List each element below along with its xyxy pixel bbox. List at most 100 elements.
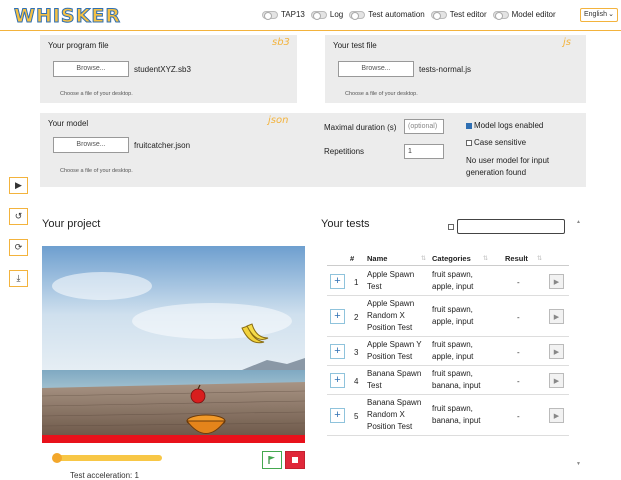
- toggle-test-automation[interactable]: Test automation: [349, 10, 425, 20]
- test-num: 5: [354, 412, 359, 421]
- reset-button[interactable]: ↺: [9, 208, 28, 225]
- add-test-button[interactable]: +: [330, 309, 345, 324]
- test-progress-bar: [53, 455, 162, 461]
- run-test-button[interactable]: ▶: [549, 274, 564, 289]
- sort-icon[interactable]: ⇅: [537, 255, 542, 262]
- header-divider: [327, 265, 569, 266]
- project-stage[interactable]: [42, 246, 305, 443]
- test-name: Banana Spawn Test: [367, 369, 422, 390]
- sort-icon[interactable]: ⇅: [483, 255, 488, 262]
- stage-scene: [42, 246, 305, 443]
- test-categories: fruit spawn, apple, input: [432, 270, 474, 291]
- toggle-test-editor[interactable]: Test editor: [430, 10, 487, 20]
- tests-scrollbar[interactable]: ▲ ▼: [576, 219, 583, 469]
- test-name: Apple Spawn Test: [367, 270, 415, 291]
- test-search-input[interactable]: [457, 219, 565, 234]
- test-browse-button[interactable]: Browse...: [338, 61, 414, 77]
- test-name: Banana Spawn Random X Position Test: [367, 398, 422, 431]
- run-test-button[interactable]: ▶: [549, 344, 564, 359]
- toggle-model-editor[interactable]: Model editor: [492, 10, 556, 20]
- test-file-hint: Choose a file of your desktop.: [345, 91, 418, 97]
- model-browse-button[interactable]: Browse...: [53, 137, 129, 153]
- toggle-log[interactable]: Log: [310, 10, 343, 20]
- toggle-label: Model editor: [511, 10, 556, 19]
- test-result: -: [517, 412, 520, 421]
- repetitions-input[interactable]: 1: [404, 144, 444, 159]
- max-duration-input[interactable]: (optional): [404, 119, 444, 134]
- model-title: Your model: [48, 119, 89, 128]
- col-header-name[interactable]: Name: [367, 254, 387, 263]
- add-test-button[interactable]: +: [330, 408, 345, 423]
- sort-icon[interactable]: ⇅: [421, 255, 426, 262]
- js-badge: js: [563, 37, 571, 48]
- test-num: 2: [354, 313, 359, 322]
- run-test-button[interactable]: ▶: [549, 408, 564, 423]
- ground-bar: [42, 435, 305, 443]
- test-result: -: [517, 278, 520, 287]
- switch-icon[interactable]: [492, 10, 509, 20]
- test-result: -: [517, 348, 520, 357]
- language-select[interactable]: English ⌄: [580, 8, 618, 22]
- table-row: + 1 Apple Spawn Test fruit spawn, apple,…: [327, 267, 569, 296]
- sb3-badge: sb3: [272, 37, 290, 48]
- program-browse-button[interactable]: Browse...: [53, 61, 129, 77]
- add-test-button[interactable]: +: [330, 344, 345, 359]
- test-num: 4: [354, 377, 359, 386]
- test-name: Apple Spawn Random X Position Test: [367, 299, 415, 332]
- program-file-title: Your program file: [48, 41, 109, 50]
- run-all-button[interactable]: ▶: [9, 177, 28, 194]
- table-row: + 5 Banana Spawn Random X Position Test …: [327, 395, 569, 436]
- select-all-checkbox[interactable]: [448, 224, 454, 230]
- repetitions-label: Repetitions: [324, 147, 365, 156]
- switch-icon[interactable]: [430, 10, 447, 20]
- test-num: 3: [354, 348, 359, 357]
- play-icon: ▶: [553, 412, 560, 420]
- test-categories: fruit spawn, banana, input: [432, 404, 481, 425]
- no-model-note: No user model for input generation found: [466, 156, 550, 177]
- model-logs-checkbox[interactable]: Model logs enabled: [466, 121, 543, 130]
- col-header-categories[interactable]: Categories: [432, 254, 471, 263]
- stop-button[interactable]: [285, 451, 305, 469]
- toggle-label: TAP13: [281, 10, 305, 19]
- switch-icon[interactable]: [310, 10, 327, 20]
- col-header-num[interactable]: #: [350, 254, 354, 263]
- checkbox-icon[interactable]: [466, 139, 472, 146]
- col-header-result[interactable]: Result: [505, 254, 528, 263]
- test-name: Apple Spawn Y Position Test: [367, 340, 422, 361]
- reload-button[interactable]: ⟳: [9, 239, 28, 256]
- green-flag-button[interactable]: [262, 451, 282, 469]
- test-file-name: tests-normal.js: [419, 65, 472, 74]
- scroll-up-icon[interactable]: ▲: [576, 219, 581, 225]
- reset-icon: ↺: [14, 211, 23, 221]
- switch-icon[interactable]: [349, 10, 366, 20]
- run-test-button[interactable]: ▶: [549, 373, 564, 388]
- switch-icon[interactable]: [262, 10, 278, 20]
- wooden-deck: [42, 382, 305, 435]
- test-num: 1: [354, 278, 359, 287]
- toggle-tap13[interactable]: TAP13: [262, 10, 305, 20]
- model-logs-label: Model logs enabled: [474, 121, 544, 130]
- play-icon: ▶: [553, 348, 560, 356]
- case-sensitive-checkbox[interactable]: Case sensitive: [466, 138, 526, 147]
- test-result: -: [517, 377, 520, 386]
- checkbox-checked-icon[interactable]: [466, 122, 472, 129]
- add-test-button[interactable]: +: [330, 274, 345, 289]
- cloud: [132, 303, 292, 339]
- flag-icon: [268, 456, 275, 464]
- run-test-button[interactable]: ▶: [549, 309, 564, 324]
- download-button[interactable]: ⤓: [9, 270, 28, 287]
- add-test-button[interactable]: +: [330, 373, 345, 388]
- toggle-label: Test automation: [368, 10, 425, 19]
- play-icon: ▶: [15, 180, 22, 190]
- test-categories: fruit spawn, apple, input: [432, 305, 474, 326]
- program-file-hint: Choose a file of your desktop.: [60, 91, 133, 97]
- progress-knob[interactable]: [52, 453, 62, 463]
- model-panel: Your model json Browse... fruitcatcher.j…: [40, 113, 586, 187]
- program-file-panel: Your program file sb3 Browse... studentX…: [40, 35, 297, 103]
- model-file-hint: Choose a file of your desktop.: [60, 168, 133, 174]
- scroll-down-icon[interactable]: ▼: [576, 461, 581, 467]
- stop-icon: [292, 457, 298, 463]
- play-icon: ▶: [553, 313, 560, 321]
- reload-icon: ⟳: [14, 242, 23, 252]
- max-duration-label: Maximal duration (s): [324, 123, 397, 132]
